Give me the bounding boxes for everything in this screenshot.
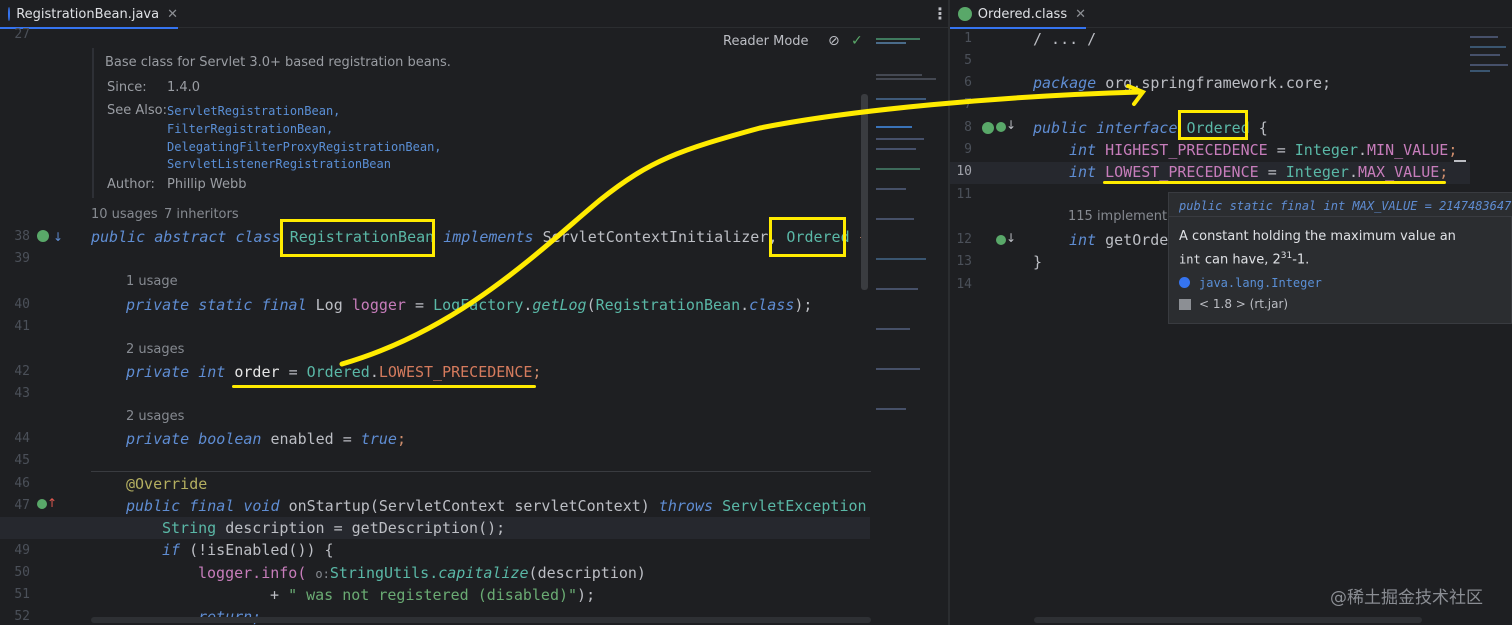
watermark: @稀土掘金技术社区 [1330, 588, 1483, 608]
annotation-arrow [339, 84, 1147, 367]
